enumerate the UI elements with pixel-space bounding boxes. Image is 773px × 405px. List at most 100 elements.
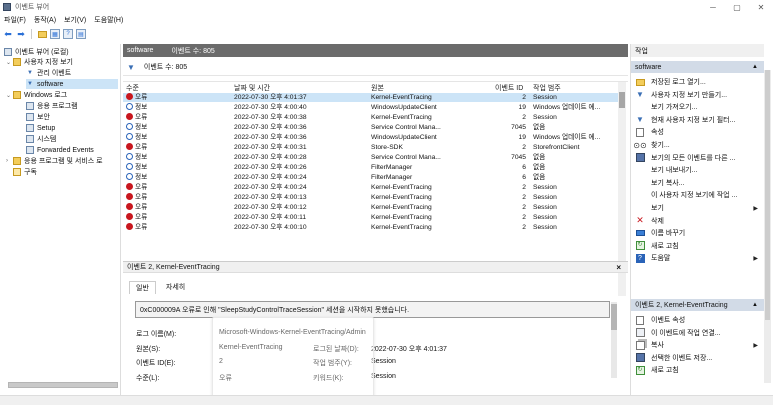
table-row[interactable]: 정보 2022-07-30 오후 4:00:24 FilterManager 6 없음 xyxy=(123,173,618,182)
close-button[interactable]: ✕ xyxy=(749,0,773,14)
up-folder-icon[interactable] xyxy=(37,29,47,39)
table-row[interactable]: 정보 2022-07-30 오후 4:00:26 FilterManager 6 없음 xyxy=(123,163,618,172)
forward-arrow-icon[interactable]: ➡ xyxy=(16,29,26,39)
tree-item-forwarded-events[interactable]: Forwarded Events xyxy=(26,145,94,155)
minimize-button[interactable]: ─ xyxy=(701,0,725,14)
tree-item-custom-views[interactable]: ⌄ 사용자 지정 보기 xyxy=(6,57,73,67)
tree-item-admin-events[interactable]: ▼ 관리 이벤트 xyxy=(26,68,71,78)
actions-section-event[interactable]: 이벤트 2, Kernel-EventTracing ▲ xyxy=(631,299,764,311)
table-row[interactable]: 오류 2022-07-30 오후 4:00:12 Kernel-EventTraci… xyxy=(123,203,618,212)
action-item[interactable]: 이 사용자 지정 보기에 작업 ... xyxy=(631,189,764,201)
action-pane-icon[interactable]: ▤ xyxy=(76,29,86,39)
action-item[interactable]: 보기 복사... xyxy=(631,177,764,189)
detail-close-icon[interactable]: × xyxy=(616,263,621,272)
tree-item-label: 사용자 지정 보기 xyxy=(24,59,73,66)
actions-section-software[interactable]: software ▲ xyxy=(631,61,764,73)
action-item[interactable]: 복사 ▶ xyxy=(631,339,764,351)
action-label: 새로 고침 xyxy=(651,367,679,375)
filter-icon: ▼ xyxy=(636,90,644,100)
action-item[interactable]: ✕ 삭제 xyxy=(631,215,764,227)
cell-level: 정보 xyxy=(135,164,148,171)
chevron-down-icon[interactable]: ⌄ xyxy=(6,92,12,99)
cell-date: 2022-07-30 오후 4:00:28 xyxy=(234,154,307,161)
chevron-right-icon[interactable]: › xyxy=(6,158,12,164)
tree-item-security[interactable]: 보안 xyxy=(26,112,50,122)
menu-help[interactable]: 도움말(H) xyxy=(90,15,127,25)
back-arrow-icon[interactable]: ⬅ xyxy=(3,29,13,39)
table-row[interactable]: 오류 2022-07-30 오후 4:00:38 Kernel-EventTraci… xyxy=(123,113,618,122)
action-item[interactable]: 저장된 로그 열기... xyxy=(631,76,764,88)
scrollbar-thumb[interactable] xyxy=(611,304,617,330)
collapse-arrow-icon[interactable]: ▲ xyxy=(752,64,758,70)
cell-date: 2022-07-30 오후 4:00:24 xyxy=(234,184,307,191)
error-icon xyxy=(126,203,133,210)
action-item[interactable]: 속성 xyxy=(631,126,764,138)
event-viewer-icon xyxy=(4,48,12,56)
console-tree-icon[interactable]: ▦ xyxy=(50,29,60,39)
action-item[interactable]: 선택한 이벤트 저장... xyxy=(631,352,764,364)
table-row[interactable]: 오류 2022-07-30 오후 4:00:31 Store-SDK 2 Storefr… xyxy=(123,143,618,152)
chevron-down-icon[interactable]: ⌄ xyxy=(6,59,12,66)
menu-action[interactable]: 동작(A) xyxy=(30,15,60,25)
help-icon[interactable]: ? xyxy=(63,29,73,39)
col-source[interactable]: 원본 xyxy=(371,83,384,93)
refresh-icon: ↻ xyxy=(635,241,645,251)
menu-file[interactable]: 파일(F) xyxy=(0,15,30,25)
tab-details[interactable]: 자세히 xyxy=(160,281,191,294)
tree-item-event-viewer-local[interactable]: 이벤트 뷰어 (로컬) xyxy=(4,47,69,57)
action-label: 이 사용자 지정 보기에 작업 ... xyxy=(651,192,738,200)
table-row[interactable]: 오류 2022-07-30 오후 4:00:24 Kernel-EventTraci… xyxy=(123,183,618,192)
maximize-button[interactable]: ▢ xyxy=(725,0,749,14)
action-item[interactable]: ? 도움말 ▶ xyxy=(631,252,764,264)
refresh-icon: ↻ xyxy=(635,365,645,375)
tree-item-application[interactable]: 응용 프로그램 xyxy=(26,101,78,111)
collapse-arrow-icon[interactable]: ▲ xyxy=(752,302,758,308)
col-category[interactable]: 작업 범주 xyxy=(533,83,561,93)
table-row[interactable]: 정보 2022-07-30 오후 4:00:36 Service Control M… xyxy=(123,123,618,132)
action-item[interactable]: 보기 ▶ xyxy=(631,202,764,214)
actions-vertical-scrollbar[interactable] xyxy=(764,70,771,383)
action-item[interactable]: 보기 내보내기... xyxy=(631,164,764,176)
table-row[interactable]: 오류 2022-07-30 오후 4:00:13 Kernel-EventTraci… xyxy=(123,193,618,202)
menu-view[interactable]: 보기(V) xyxy=(60,15,90,25)
action-label: 새로 고침 xyxy=(651,242,679,250)
tree-horizontal-scrollbar[interactable] xyxy=(8,382,118,388)
action-item[interactable]: 보기 가져오기... xyxy=(631,101,764,113)
cell-source: WindowsUpdateClient xyxy=(371,104,437,111)
action-item[interactable]: 이름 바꾸기 xyxy=(631,227,764,239)
table-row[interactable]: 정보 2022-07-30 오후 4:00:28 Service Control M… xyxy=(123,153,618,162)
cell-level: 오류 xyxy=(135,144,148,151)
action-item[interactable]: ⊙⊙ 찾기... xyxy=(631,139,764,151)
table-row[interactable]: 오류 2022-07-30 오후 4:00:11 Kernel-EventTraci… xyxy=(123,213,618,222)
tree-item-app-services-logs[interactable]: › 응용 프로그램 및 서비스 로 xyxy=(6,156,103,166)
action-item[interactable]: ↻ 새로 고침 xyxy=(631,364,764,376)
tree-item-system[interactable]: 시스템 xyxy=(26,134,56,144)
action-item[interactable]: ▼ 현재 사용자 지정 보기 필터... xyxy=(631,114,764,126)
table-row[interactable]: 오류 2022-07-30 오후 4:01:37 Kernel-EventTraci… xyxy=(123,93,618,102)
cell-category: Session xyxy=(533,94,557,101)
action-item[interactable]: 이 이벤트에 작업 연결... xyxy=(631,327,764,339)
detail-vertical-scrollbar[interactable] xyxy=(611,302,617,378)
scrollbar-thumb[interactable] xyxy=(765,70,770,320)
action-item[interactable]: 이벤트 속성 xyxy=(631,314,764,326)
action-label: 도움말 xyxy=(651,255,671,263)
table-row[interactable]: 정보 2022-07-30 오후 4:00:40 WindowsUpdateClie… xyxy=(123,103,618,112)
table-row[interactable]: 오류 2022-07-30 오후 4:00:10 Kernel-EventTraci… xyxy=(123,223,618,232)
tree-item-windows-logs[interactable]: ⌄ Windows 로그 xyxy=(6,90,67,100)
col-date[interactable]: 날짜 및 시간 xyxy=(234,83,270,93)
log-icon xyxy=(26,102,34,110)
event-detail-header: 이벤트 2, Kernel-EventTracing × xyxy=(123,261,628,273)
section-label: 이벤트 2, Kernel-EventTracing xyxy=(635,302,728,309)
tree-item-software[interactable]: ▼ software xyxy=(26,79,118,89)
action-item[interactable]: 보기의 모든 이벤트를 다른 ... xyxy=(631,152,764,164)
action-item[interactable]: ▼ 사용자 지정 보기 만들기... xyxy=(631,89,764,101)
table-row[interactable]: 정보 2022-07-30 오후 4:00:36 WindowsUpdateClie… xyxy=(123,133,618,142)
action-item[interactable]: ↻ 새로 고침 xyxy=(631,240,764,252)
tab-general[interactable]: 일반 xyxy=(129,281,156,294)
scrollbar-thumb[interactable] xyxy=(619,92,625,108)
tree-item-subscriptions[interactable]: 구독 xyxy=(13,167,37,177)
col-level[interactable]: 수준 xyxy=(126,83,139,93)
col-event-id[interactable]: 이벤트 ID xyxy=(495,83,523,93)
center-pane: software 이벤트 수: 805 ▼ 이벤트 수: 805 수준 날짜 및… xyxy=(123,44,628,398)
tree-item-setup[interactable]: Setup xyxy=(26,123,55,133)
